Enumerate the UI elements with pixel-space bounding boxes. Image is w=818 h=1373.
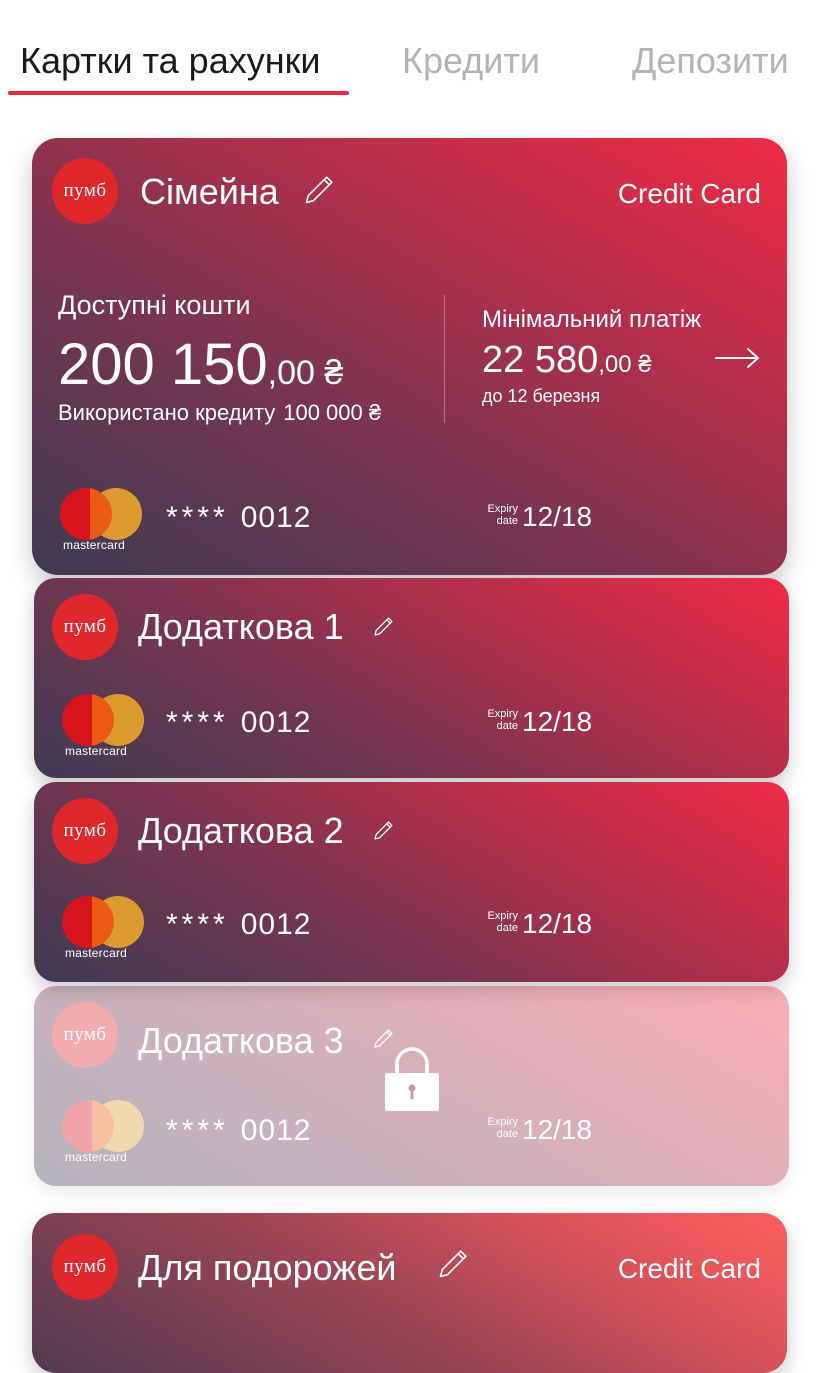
pencil-icon[interactable]: [302, 171, 338, 207]
expiry-label: Expiry date: [487, 1116, 518, 1140]
card-dodatkova-2[interactable]: пумб Додаткова 2 mastercard **** 0012 Exp…: [34, 782, 789, 982]
mastercard-logo: mastercard: [62, 896, 146, 960]
active-tab-indicator: [8, 91, 349, 95]
balance-dec: ,00 ₴: [267, 354, 344, 392]
card-number: **** 0012: [166, 1114, 311, 1148]
credit-used-label: Використано кредиту: [58, 400, 276, 425]
bank-logo: пумб: [52, 798, 118, 864]
mastercard-logo: mastercard: [60, 488, 144, 552]
card-type: Credit Card: [617, 1253, 761, 1284]
min-payment-amount: 22 580,00 ₴: [482, 338, 652, 387]
card-number-last4: 0012: [240, 1114, 312, 1147]
mastercard-text: mastercard: [65, 744, 128, 758]
min-payment-due: до 12 березня: [482, 386, 601, 406]
bank-logo: пумб: [52, 1234, 118, 1300]
card-number-last4: 0012: [240, 908, 312, 941]
tab-deposits[interactable]: Депозити: [632, 40, 789, 82]
bank-logo: пумб: [52, 158, 118, 224]
mastercard-logo: mastercard: [62, 694, 146, 758]
expiry-label: Expiry date: [487, 708, 518, 732]
pencil-icon[interactable]: [372, 614, 396, 638]
card-number: **** 0012: [166, 501, 311, 535]
card-type: Credit Card: [617, 178, 761, 209]
mastercard-text: mastercard: [65, 946, 128, 960]
card-number-last4: 0012: [240, 706, 312, 739]
expiry-date: 12/18: [522, 908, 593, 939]
card-number-mask: ****: [166, 501, 229, 534]
pencil-icon[interactable]: [436, 1245, 472, 1281]
pencil-icon[interactable]: [372, 818, 396, 842]
available-balance: 200 150,00 ₴: [58, 332, 343, 406]
expiry-date: 12/18: [522, 1114, 593, 1145]
card-dodatkova-1[interactable]: пумб Додаткова 1 mastercard **** 0012 Exp…: [34, 578, 789, 778]
expiry-label: Expiry date: [487, 910, 518, 934]
card-dlya-podorozhey[interactable]: пумб Для подорожей Credit Card: [32, 1213, 787, 1373]
tab-cards-accounts[interactable]: Картки та рахунки: [20, 40, 320, 82]
tab-credits[interactable]: Кредити: [402, 40, 540, 82]
mastercard-text: mastercard: [63, 538, 126, 552]
card-name: Додаткова 1: [138, 606, 344, 647]
card-name: Для подорожей: [138, 1247, 397, 1288]
available-funds-label: Доступні кошти: [58, 290, 251, 320]
card-name: Додаткова 3: [138, 1020, 344, 1061]
tab-bar: Картки та рахунки Кредити Депозити: [0, 0, 818, 110]
min-payment-label: Мінімальний платіж: [482, 306, 702, 333]
card-number-last4: 0012: [240, 501, 312, 534]
min-payment-int: 22 580: [482, 339, 599, 381]
mastercard-logo: mastercard: [62, 1100, 146, 1164]
card-name: Сімейна: [140, 171, 279, 212]
arrow-right-icon[interactable]: [714, 346, 762, 370]
lock-icon[interactable]: [383, 1046, 441, 1112]
card-number: **** 0012: [166, 908, 311, 942]
balance-int: 200 150: [58, 332, 268, 397]
card-number-mask: ****: [166, 1114, 229, 1147]
card-name: Додаткова 2: [138, 810, 344, 851]
card-simeyna[interactable]: пумб Сімейна Credit Card Доступні кошти …: [32, 138, 787, 575]
expiry-date: 12/18: [522, 706, 593, 737]
expiry-date: 12/18: [522, 501, 593, 532]
bank-logo: пумб: [52, 1002, 118, 1068]
credit-used: Використано кредиту 100 000 ₴: [58, 400, 381, 426]
card-number-mask: ****: [166, 908, 229, 941]
expiry-label: Expiry date: [487, 503, 518, 527]
min-payment-dec: ,00 ₴: [598, 351, 652, 378]
card-number-mask: ****: [166, 706, 229, 739]
divider: [444, 295, 445, 423]
mastercard-text: mastercard: [65, 1150, 128, 1164]
bank-logo: пумб: [52, 594, 118, 660]
card-number: **** 0012: [166, 706, 311, 740]
credit-used-amount: 100 000 ₴: [283, 400, 382, 425]
